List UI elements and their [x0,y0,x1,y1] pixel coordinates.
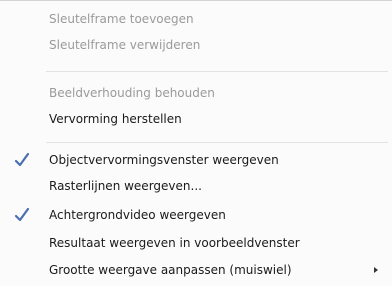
menu-item-show-gridlines[interactable]: Rasterlijnen weergeven... [0,176,392,196]
menu-item-label: Objectvervormingsvenster weergeven [49,153,279,167]
menu-item-label: Rasterlijnen weergeven... [49,179,202,193]
menu-item-label: Resultaat weergeven in voorbeeldvenster [49,236,300,250]
menu-item-show-background-video[interactable]: Achtergrondvideo weergeven [0,205,392,225]
context-menu: Sleutelframe toevoegen Sleutelframe verw… [0,0,392,286]
menu-item-add-keyframe: Sleutelframe toevoegen [0,9,392,29]
menu-item-label: Sleutelframe toevoegen [49,12,194,26]
menu-item-label: Beeldverhouding behouden [49,86,215,100]
menu-item-label: Sleutelframe verwijderen [49,38,201,52]
menu-separator [46,142,388,143]
menu-item-keep-aspect-ratio: Beeldverhouding behouden [0,83,392,103]
menu-item-show-result-in-preview[interactable]: Resultaat weergeven in voorbeeldvenster [0,233,392,253]
submenu-arrow-icon [374,267,378,273]
menu-item-label: Vervorming herstellen [49,112,182,126]
checkmark-icon [14,207,30,222]
menu-item-adjust-view-size[interactable]: Grootte weergave aanpassen (muiswiel) [0,260,392,280]
menu-item-show-object-distortion-window[interactable]: Objectvervormingsvenster weergeven [0,150,392,170]
menu-item-label: Achtergrondvideo weergeven [49,208,226,222]
menu-item-label: Grootte weergave aanpassen (muiswiel) [49,263,292,277]
menu-item-reset-distortion[interactable]: Vervorming herstellen [0,109,392,129]
menu-separator [46,71,388,72]
menu-item-remove-keyframe: Sleutelframe verwijderen [0,35,392,55]
checkmark-icon [14,152,30,167]
